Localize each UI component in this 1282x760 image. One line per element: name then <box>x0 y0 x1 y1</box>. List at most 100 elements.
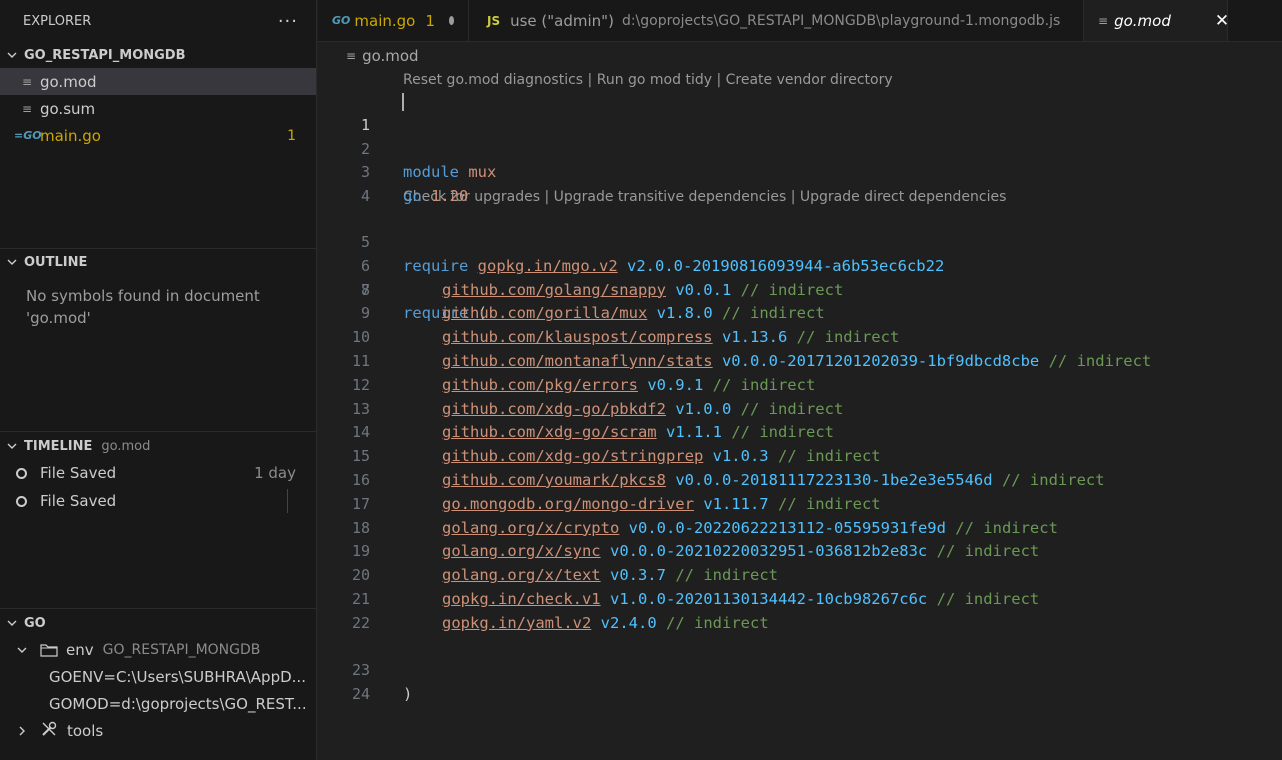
outline-empty-message: No symbols found in document 'go.mod' <box>26 287 260 327</box>
indirect-comment: // indirect <box>666 613 769 632</box>
go-env-goenv[interactable]: GOENV=C:\Users\SUBHRA\AppD... <box>0 663 316 690</box>
file-name: main.go <box>40 126 101 145</box>
module-version: v0.0.0-20220622213112-05595931fe9d <box>628 518 946 537</box>
module-path-link[interactable]: golang.org/x/crypto <box>442 519 619 537</box>
js-file-icon: JS <box>487 13 501 28</box>
chevron-down-icon <box>6 617 20 629</box>
module-version: v0.9.1 <box>647 375 704 394</box>
code-line: 2 <box>318 114 1282 158</box>
timeline-entry[interactable]: File Saved <box>0 487 316 515</box>
project-folder-header[interactable]: GO_RESTAPI_MONGDB <box>0 42 316 68</box>
tab-main-go[interactable]: GO main.go 1 <box>318 0 469 41</box>
line-number: 8 <box>360 280 370 299</box>
env-project: GO_RESTAPI_MONGDB <box>102 641 261 658</box>
line-number: 11 <box>351 351 370 370</box>
module-path-link[interactable]: github.com/xdg-go/scram <box>442 423 657 441</box>
file-item-go-mod[interactable]: ≡ go.mod <box>0 68 316 95</box>
tab-label: use ("admin") <box>510 11 614 30</box>
code-editor[interactable]: Reset go.mod diagnostics | Run go mod ti… <box>318 70 1282 703</box>
goenv-value: GOENV=C:\Users\SUBHRA\AppD... <box>49 667 306 686</box>
tab-go-mod[interactable]: ≡ go.mod ✕ <box>1084 0 1229 41</box>
module-path-link[interactable]: github.com/gorilla/mux <box>442 304 647 322</box>
code-line: 9 github.com/gorilla/mux v1.8.0 // indire… <box>318 302 1282 326</box>
editor-area: GO main.go 1 JS use ("admin") d:\goproje… <box>318 0 1282 760</box>
module-path-link[interactable]: github.com/montanaflynn/stats <box>442 352 713 370</box>
go-header[interactable]: GO <box>0 610 316 636</box>
module-path-link[interactable]: github.com/klauspost/compress <box>442 328 713 346</box>
module-path-link[interactable]: github.com/youmark/pkcs8 <box>442 471 666 489</box>
indirect-comment: // indirect <box>936 589 1040 608</box>
line-number: 20 <box>351 566 370 585</box>
tab-label: go.mod <box>1114 11 1171 30</box>
file-lines-icon: ≡ <box>22 101 33 116</box>
unsaved-dot-icon[interactable] <box>448 16 454 25</box>
indirect-comment: // indirect <box>1048 351 1152 370</box>
line-number: 13 <box>351 399 370 418</box>
line-number: 15 <box>351 447 370 466</box>
tab-description: d:\goprojects\GO_RESTAPI_MONGDB\playgrou… <box>621 12 1061 29</box>
go-env-node[interactable]: env GO_RESTAPI_MONGDB <box>0 636 316 663</box>
close-icon[interactable]: ✕ <box>1215 11 1229 31</box>
chevron-right-icon <box>16 725 40 737</box>
module-version: v1.8.0 <box>656 304 713 323</box>
outline-header[interactable]: OUTLINE <box>0 249 316 275</box>
circle-icon <box>16 467 27 479</box>
code-line: 21 gopkg.in/check.v1 v1.0.0-2020113013444… <box>318 588 1282 612</box>
codelens-module[interactable]: Reset go.mod diagnostics | Run go mod ti… <box>318 70 1282 90</box>
file-name: go.mod <box>40 72 97 91</box>
module-path-link[interactable]: github.com/golang/snappy <box>442 281 666 299</box>
module-path-link[interactable]: gopkg.in/yaml.v2 <box>442 614 591 632</box>
env-label: env <box>66 640 94 659</box>
circle-icon <box>16 495 27 507</box>
line-number: 22 <box>351 613 370 632</box>
explorer-header: EXPLORER ··· <box>0 0 316 42</box>
file-item-go-sum[interactable]: ≡ go.sum <box>0 95 316 122</box>
project-folder-name: GO_RESTAPI_MONGDB <box>24 47 186 63</box>
go-file-icon: GO <box>332 14 351 27</box>
module-path-link[interactable]: golang.org/x/text <box>442 566 601 584</box>
code-line: 24 <box>318 659 1282 703</box>
file-item-main-go[interactable]: =GO main.go 1 <box>0 122 316 149</box>
more-actions-icon[interactable]: ··· <box>278 11 298 32</box>
indirect-comment: // indirect <box>796 328 900 347</box>
module-path-link[interactable]: go.mongodb.org/mongo-driver <box>442 495 694 513</box>
module-path-link[interactable]: github.com/pkg/errors <box>442 376 638 394</box>
code-line: 15 github.com/xdg-go/stringprep v1.0.3 //… <box>318 445 1282 469</box>
module-path-link[interactable]: golang.org/x/sync <box>442 542 601 560</box>
file-lines-icon: ≡ <box>22 74 33 89</box>
module-path-link[interactable]: github.com/xdg-go/stringprep <box>442 447 703 465</box>
module-path-link[interactable]: github.com/xdg-go/pbkdf2 <box>442 400 666 418</box>
file-lines-icon: ≡ <box>346 49 357 63</box>
outline-title: OUTLINE <box>24 254 88 270</box>
line-number: 21 <box>351 589 370 608</box>
breadcrumb-file[interactable]: go.mod <box>362 47 419 65</box>
indirect-comment: // indirect <box>740 280 844 299</box>
timeline-sash <box>287 489 288 513</box>
timeline-entry[interactable]: File Saved 1 day <box>0 459 316 487</box>
line-number: 10 <box>351 328 370 347</box>
tab-playground-js[interactable]: JS use ("admin") d:\goprojects\GO_RESTAP… <box>469 0 1084 41</box>
code-line: 18 golang.org/x/crypto v0.0.0-20220622213… <box>318 517 1282 541</box>
tools-icon <box>40 720 58 742</box>
go-divider <box>0 608 316 609</box>
module-version: v2.4.0 <box>600 613 657 632</box>
line-number: 12 <box>351 375 370 394</box>
close-paren: ) <box>403 685 413 704</box>
module-version: v1.13.6 <box>721 328 788 347</box>
code-line: 12 github.com/pkg/errors v0.9.1 // indire… <box>318 374 1282 398</box>
code-line: 10 github.com/klauspost/compress v1.13.6 … <box>318 326 1282 350</box>
chevron-down-icon <box>6 256 20 268</box>
line-number: 17 <box>351 494 370 513</box>
code-line: 22 gopkg.in/yaml.v2 v2.4.0 // indirect <box>318 612 1282 636</box>
code-line: 3 go 1.20 <box>318 138 1282 205</box>
module-version: v1.0.0-20201130134442-10cb98267c6c <box>609 589 928 608</box>
timeline-header[interactable]: TIMELINE go.mod <box>0 433 316 459</box>
problem-count-badge: 1 <box>287 127 296 144</box>
module-version: v0.3.7 <box>609 566 666 585</box>
go-env-gomod[interactable]: GOMOD=d:\goprojects\GO_REST... <box>0 690 316 717</box>
module-version: v1.1.1 <box>665 423 722 442</box>
module-path-link[interactable]: gopkg.in/check.v1 <box>442 590 601 608</box>
indirect-comment: // indirect <box>675 566 778 585</box>
code-line: 11 github.com/montanaflynn/stats v0.0.0-2… <box>318 350 1282 374</box>
go-tools-node[interactable]: tools <box>0 717 316 744</box>
